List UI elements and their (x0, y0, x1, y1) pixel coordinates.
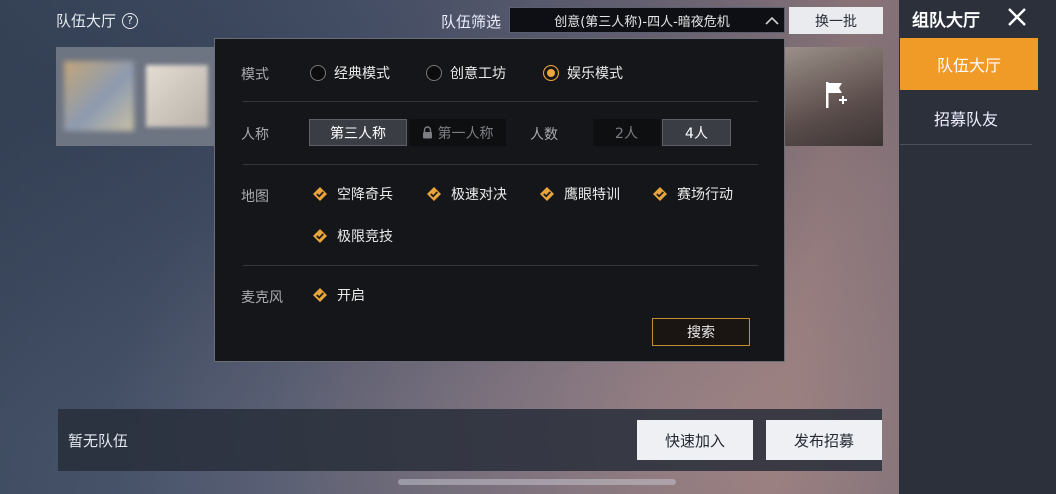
map-option-label: 鹰眼特训 (564, 187, 620, 203)
map-option-checkbox[interactable]: 鹰眼特训 (539, 184, 620, 204)
map-option-checkbox[interactable]: 空降奇兵 (312, 184, 393, 204)
quick-join-button[interactable]: 快速加入 (637, 420, 753, 460)
mode-option-label: 娱乐模式 (567, 66, 623, 82)
first-person-label: 第一人称 (437, 125, 494, 142)
checked-diamond-icon (540, 187, 554, 201)
map-option-label: 空降奇兵 (337, 187, 393, 203)
perspective-label: 人称 (241, 127, 269, 143)
team-thumbnail-strip[interactable] (56, 47, 216, 146)
checked-diamond-icon (653, 187, 667, 201)
map-option-checkbox[interactable]: 极速对决 (426, 184, 507, 204)
lobby-title: 队伍大厅 ? (56, 10, 139, 31)
map-option-checkbox[interactable]: 赛场行动 (652, 184, 733, 204)
home-indicator[interactable] (398, 479, 676, 485)
empty-team-text: 暂无队伍 (68, 432, 129, 450)
mode-creative-radio[interactable]: 创意工坊 (426, 63, 506, 83)
checked-diamond-icon (427, 187, 441, 201)
checked-diamond-icon (313, 288, 327, 302)
close-icon[interactable] (1004, 4, 1030, 30)
refresh-button[interactable]: 换一批 (789, 7, 883, 34)
bottom-bar (58, 409, 882, 471)
players-label: 人数 (530, 127, 558, 143)
checked-diamond-icon (313, 187, 327, 201)
players-4-option[interactable]: 4人 (662, 119, 731, 146)
players-2-option[interactable]: 2人 (593, 119, 660, 146)
map-option-label: 极限竞技 (337, 229, 393, 245)
map-option-checkbox[interactable]: 极限竞技 (312, 226, 393, 246)
first-person-option[interactable]: 第一人称 (409, 119, 506, 146)
flag-plus-icon[interactable] (824, 80, 848, 110)
mic-option-label: 开启 (337, 288, 365, 304)
radio-icon (426, 65, 442, 81)
map-option-label: 赛场行动 (677, 187, 733, 203)
checked-diamond-icon (313, 229, 327, 243)
chevron-up-icon (760, 16, 784, 25)
tab-recruit-teammates[interactable]: 招募队友 (900, 92, 1032, 145)
team-thumbnail (64, 61, 134, 131)
post-recruit-button[interactable]: 发布招募 (766, 420, 882, 460)
mode-label: 模式 (241, 67, 269, 83)
third-person-option[interactable]: 第三人称 (309, 119, 407, 146)
radio-selected-icon (543, 65, 559, 81)
divider (243, 101, 758, 102)
lock-icon (422, 126, 432, 139)
mode-entertainment-radio[interactable]: 娱乐模式 (543, 63, 623, 83)
team-filter-select[interactable]: 创意(第三人称)-四人-暗夜危机 (509, 7, 785, 33)
lobby-title-text: 队伍大厅 (56, 12, 117, 30)
filter-label: 队伍筛选 (441, 13, 502, 31)
search-button[interactable]: 搜索 (652, 318, 750, 346)
mode-option-label: 创意工坊 (450, 66, 506, 82)
radio-icon (310, 65, 326, 81)
mic-on-checkbox[interactable]: 开启 (312, 285, 365, 305)
map-label: 地图 (241, 189, 269, 205)
map-option-label: 极速对决 (451, 187, 507, 203)
filter-value: 创意(第三人称)-四人-暗夜危机 (554, 14, 730, 30)
mode-classic-radio[interactable]: 经典模式 (310, 63, 390, 83)
mic-label: 麦克风 (241, 290, 283, 306)
side-panel-title: 组队大厅 (912, 11, 980, 31)
divider (243, 164, 758, 165)
divider (243, 265, 758, 266)
team-thumbnail (146, 65, 208, 127)
mode-option-label: 经典模式 (334, 66, 390, 82)
help-icon[interactable]: ? (122, 12, 139, 29)
tab-team-lobby[interactable]: 队伍大厅 (900, 38, 1038, 90)
